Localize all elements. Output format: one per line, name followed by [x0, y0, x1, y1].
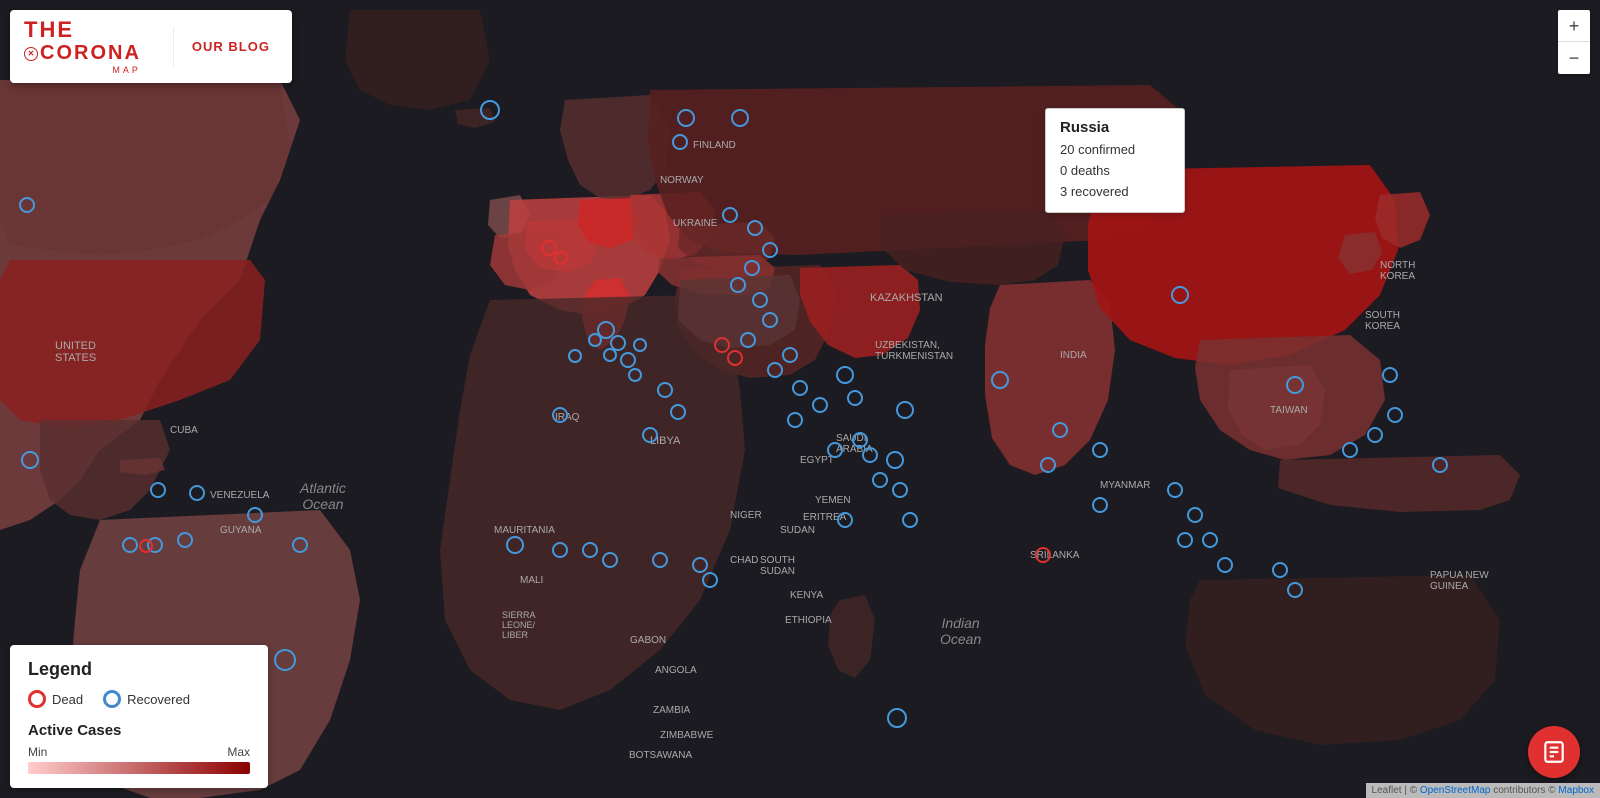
- logo: THE ✕ CORONA MAP: [24, 18, 147, 75]
- zoom-in-button[interactable]: +: [1558, 10, 1590, 42]
- max-label: Max: [227, 745, 250, 759]
- legend-panel: Legend Dead Recovered Active Cases Min M…: [10, 645, 268, 788]
- logo-corona: CORONA: [40, 42, 141, 65]
- tooltip-recovered: 3 recovered: [1060, 182, 1170, 203]
- logo-map: MAP: [24, 65, 141, 75]
- tooltip-deaths: 0 deaths: [1060, 161, 1170, 182]
- report-button[interactable]: [1528, 726, 1580, 778]
- dead-dot: [28, 690, 46, 708]
- tooltip-confirmed: 20 confirmed: [1060, 140, 1170, 161]
- legend-items: Dead Recovered: [28, 690, 250, 708]
- gradient-bar: [28, 762, 250, 774]
- dead-label: Dead: [52, 692, 83, 707]
- header: THE ✕ CORONA MAP OUR BLOG: [10, 10, 292, 83]
- tooltip-country-name: Russia: [1060, 119, 1170, 136]
- recovered-label: Recovered: [127, 692, 190, 707]
- attribution: Leaflet | © OpenStreetMap contributors ©…: [1366, 783, 1600, 798]
- country-tooltip: Russia 20 confirmed 0 deaths 3 recovered: [1045, 108, 1185, 213]
- attribution-text: Leaflet | © OpenStreetMap contributors ©…: [1372, 785, 1594, 796]
- recovered-dot: [103, 690, 121, 708]
- zoom-controls: + −: [1558, 10, 1590, 74]
- logo-icon: ✕: [24, 47, 38, 61]
- legend-recovered-item: Recovered: [103, 690, 190, 708]
- mapbox-link[interactable]: Mapbox: [1558, 785, 1594, 796]
- zoom-out-button[interactable]: −: [1558, 42, 1590, 74]
- openstreetmap-link[interactable]: OpenStreetMap: [1420, 785, 1491, 796]
- legend-dead-item: Dead: [28, 690, 83, 708]
- nav-blog-button[interactable]: OUR BLOG: [184, 35, 278, 58]
- gradient-labels: Min Max: [28, 745, 250, 759]
- logo-the: THE: [24, 17, 74, 42]
- header-divider: [173, 27, 174, 67]
- min-label: Min: [28, 745, 47, 759]
- active-cases-title: Active Cases: [28, 722, 250, 739]
- report-icon: [1541, 739, 1567, 765]
- legend-title: Legend: [28, 659, 250, 680]
